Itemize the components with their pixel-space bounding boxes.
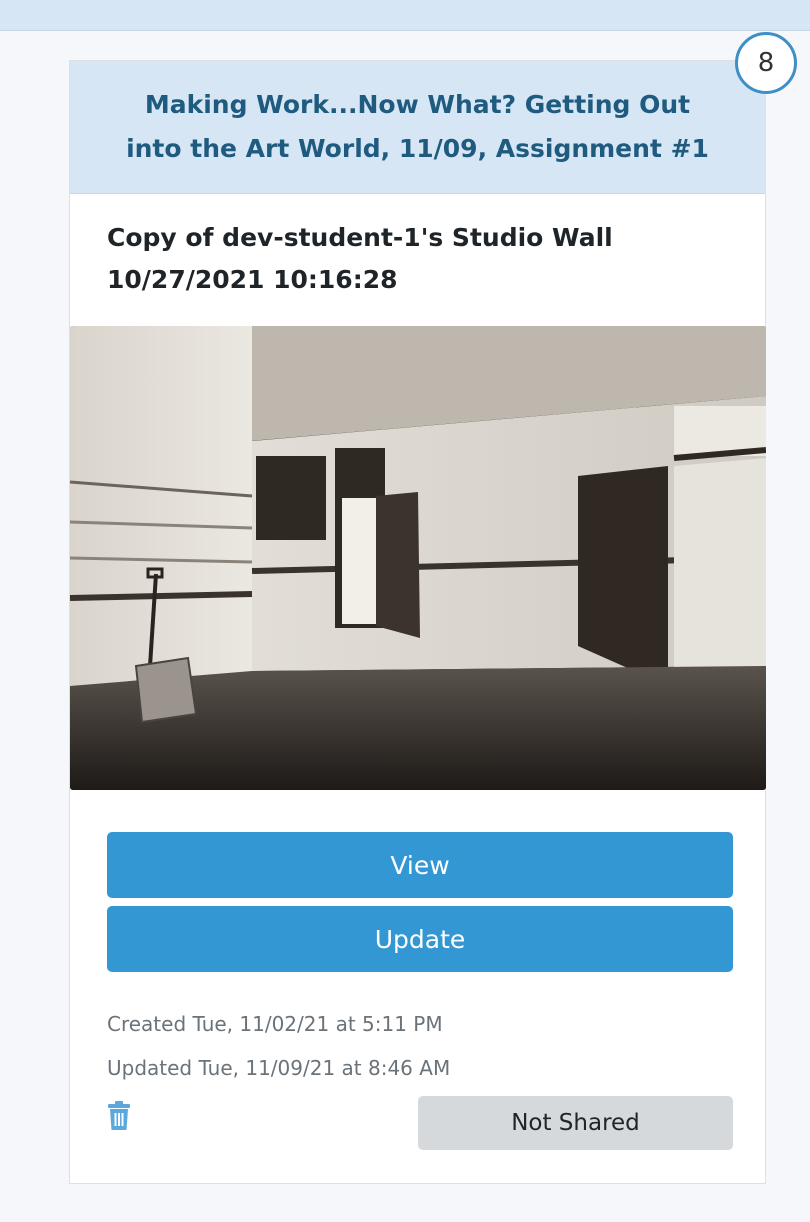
trash-icon[interactable] xyxy=(106,1101,132,1131)
update-button[interactable]: Update xyxy=(107,906,733,972)
view-button[interactable]: View xyxy=(107,832,733,898)
studio-photo xyxy=(70,326,766,790)
created-timestamp: Created Tue, 11/02/21 at 5:11 PM xyxy=(107,1012,443,1036)
top-bar xyxy=(0,0,810,31)
studio-wall-card: Making Work...Now What? Getting Out into… xyxy=(69,60,766,1184)
count-badge: 8 xyxy=(735,32,797,94)
assignment-title[interactable]: Making Work...Now What? Getting Out into… xyxy=(118,83,718,171)
updated-timestamp: Updated Tue, 11/09/21 at 8:46 AM xyxy=(107,1056,451,1080)
studio-wall-image[interactable] xyxy=(70,326,766,790)
assignment-header: Making Work...Now What? Getting Out into… xyxy=(70,61,765,194)
share-status-button[interactable]: Not Shared xyxy=(418,1096,733,1150)
studio-wall-title: Copy of dev-student-1's Studio Wall 10/2… xyxy=(107,223,613,294)
